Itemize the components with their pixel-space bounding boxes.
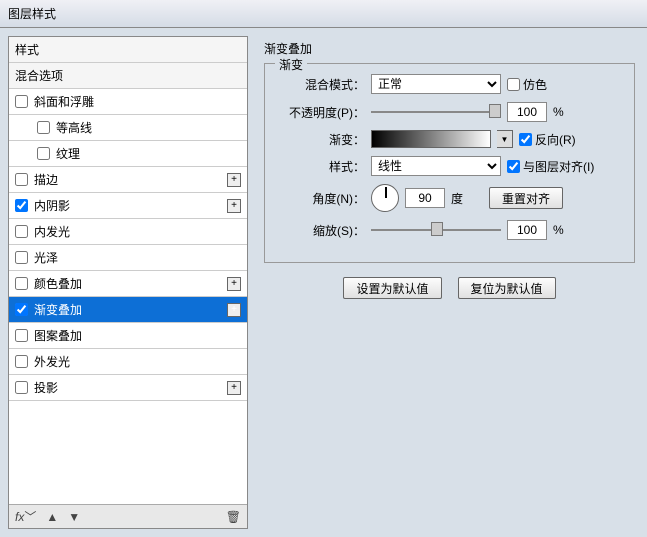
- add-icon[interactable]: +: [227, 303, 241, 317]
- blend-label: 混合模式：: [277, 76, 365, 93]
- reverse-checkbox[interactable]: 反向(R): [519, 131, 576, 148]
- style-check[interactable]: [15, 95, 28, 108]
- style-check[interactable]: [15, 225, 28, 238]
- dither-checkbox[interactable]: 仿色: [507, 76, 547, 93]
- style-item-inner-shadow[interactable]: 内阴影 +: [9, 193, 247, 219]
- align-checkbox[interactable]: 与图层对齐(I): [507, 158, 594, 175]
- settings-panel: 渐变叠加 渐变 混合模式： 正常 仿色 不透明度(P)： % 渐变： ▼ 反向(: [260, 36, 639, 529]
- style-item-texture[interactable]: 纹理: [9, 141, 247, 167]
- angle-dial[interactable]: [371, 184, 399, 212]
- gradient-group: 渐变 混合模式： 正常 仿色 不透明度(P)： % 渐变： ▼ 反向(R): [264, 63, 635, 263]
- style-item-contour[interactable]: 等高线: [9, 115, 247, 141]
- add-icon[interactable]: +: [227, 173, 241, 187]
- angle-input[interactable]: [405, 188, 445, 208]
- style-check[interactable]: [15, 173, 28, 186]
- section-title: 渐变叠加: [264, 40, 635, 57]
- up-icon[interactable]: ▲: [46, 510, 58, 524]
- style-check[interactable]: [15, 381, 28, 394]
- style-item-satin[interactable]: 光泽: [9, 245, 247, 271]
- style-check[interactable]: [15, 251, 28, 264]
- angle-label: 角度(N)：: [277, 190, 365, 207]
- style-item-color-overlay[interactable]: 颜色叠加 +: [9, 271, 247, 297]
- reset-default-button[interactable]: 复位为默认值: [458, 277, 556, 299]
- opacity-slider[interactable]: [371, 104, 501, 120]
- style-select[interactable]: 线性: [371, 156, 501, 176]
- style-check[interactable]: [15, 355, 28, 368]
- style-label: 样式：: [277, 158, 365, 175]
- styles-sidebar: 样式 混合选项 斜面和浮雕 等高线 纹理 描边 + 内阴影: [8, 36, 248, 529]
- add-icon[interactable]: +: [227, 199, 241, 213]
- scale-slider[interactable]: [371, 222, 501, 238]
- blend-options-header[interactable]: 混合选项: [9, 63, 247, 89]
- trash-icon[interactable]: 🗑: [226, 510, 241, 524]
- style-item-outer-glow[interactable]: 外发光: [9, 349, 247, 375]
- sidebar-footer: fx﹀ ▲ ▼ 🗑: [9, 504, 247, 528]
- blend-mode-select[interactable]: 正常: [371, 74, 501, 94]
- style-check[interactable]: [37, 147, 50, 160]
- style-check[interactable]: [15, 277, 28, 290]
- style-check[interactable]: [37, 121, 50, 134]
- gradient-preview[interactable]: [371, 130, 491, 148]
- down-icon[interactable]: ▼: [68, 510, 80, 524]
- reset-align-button[interactable]: 重置对齐: [489, 187, 563, 209]
- window-title: 图层样式: [8, 5, 56, 22]
- make-default-button[interactable]: 设置为默认值: [343, 277, 441, 299]
- window-titlebar: 图层样式: [0, 0, 647, 28]
- styles-header[interactable]: 样式: [9, 37, 247, 63]
- fx-icon[interactable]: fx﹀: [15, 508, 36, 525]
- style-check[interactable]: [15, 303, 28, 316]
- scale-label: 缩放(S)：: [277, 222, 365, 239]
- gradient-dropdown-icon[interactable]: ▼: [497, 130, 513, 148]
- style-item-stroke[interactable]: 描边 +: [9, 167, 247, 193]
- style-check[interactable]: [15, 199, 28, 212]
- style-item-drop-shadow[interactable]: 投影 +: [9, 375, 247, 401]
- add-icon[interactable]: +: [227, 277, 241, 291]
- opacity-label: 不透明度(P)：: [277, 104, 365, 121]
- gradient-label: 渐变：: [277, 131, 365, 148]
- style-item-inner-glow[interactable]: 内发光: [9, 219, 247, 245]
- add-icon[interactable]: +: [227, 381, 241, 395]
- group-legend: 渐变: [275, 56, 307, 73]
- opacity-input[interactable]: [507, 102, 547, 122]
- style-check[interactable]: [15, 329, 28, 342]
- scale-input[interactable]: [507, 220, 547, 240]
- style-item-bevel[interactable]: 斜面和浮雕: [9, 89, 247, 115]
- style-item-pattern-overlay[interactable]: 图案叠加: [9, 323, 247, 349]
- style-item-gradient-overlay[interactable]: 渐变叠加 +: [9, 297, 247, 323]
